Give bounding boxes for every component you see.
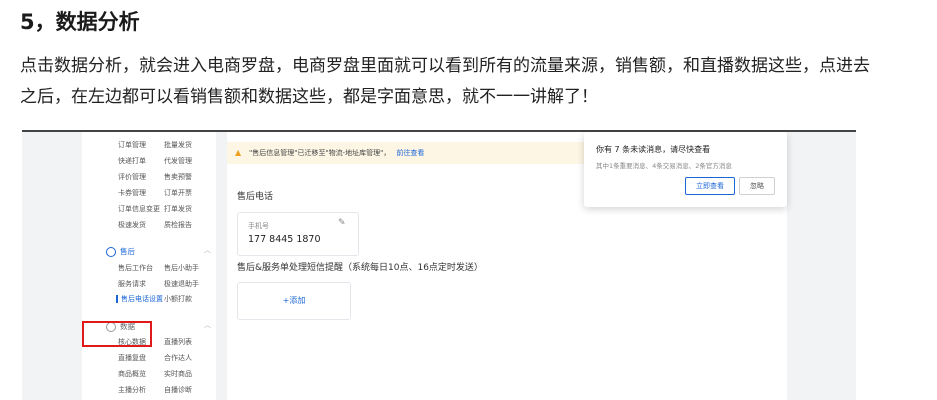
sidebar: 订单管理 批量发货 快递打单 代发管理 评价管理 售卖预警 卡券管理 订单开票 … [82,132,216,400]
sidebar-item[interactable]: 订单信息变更 [118,204,160,214]
notice-message: "售后信息管理"已迁移至"物流-地址库管理"， [249,149,391,157]
sidebar-item[interactable]: 极速退助手 [164,279,199,289]
highlight-annotation-box [82,321,152,347]
phone-card: 手机号 177 8445 1870 ✎ [237,212,359,256]
phone-label: 手机号 [248,222,269,230]
sidebar-item-active[interactable]: 售后电话设置 [121,294,163,304]
view-now-button[interactable]: 立即查看 [685,177,735,195]
sidebar-item[interactable]: 代发管理 [164,156,192,166]
sidebar-item[interactable]: 服务请求 [118,279,146,289]
chevron-up-icon[interactable]: ︿ [204,320,211,330]
sidebar-item[interactable]: 小额打款 [164,294,192,304]
sidebar-item[interactable]: 卡券管理 [118,188,146,198]
aftersale-icon [106,247,116,257]
sidebar-item[interactable]: 评价管理 [118,172,146,182]
sidebar-section-aftersale[interactable]: 售后 [106,246,135,257]
warning-icon: ▲ [235,148,242,157]
message-popup: 你有 7 条未读消息，请尽快查看 其中1条重要消息、4条交易消息、2条官方消息 … [584,132,787,207]
sidebar-item[interactable]: 订单管理 [118,140,146,150]
phone-value: 177 8445 1870 [248,234,321,245]
ignore-button[interactable]: 忽略 [739,177,775,195]
article-paragraph: 点击数据分析，就会进入电商罗盘，电商罗盘里面就可以看到所有的流量来源，销售额，和… [20,56,870,107]
sidebar-item[interactable]: 直播复盘 [118,353,146,363]
sidebar-item[interactable]: 售卖预警 [164,172,192,182]
phone-section-title: 售后电话 [237,192,274,202]
sidebar-section-label: 售后 [120,247,135,256]
sidebar-item[interactable]: 售后小助手 [164,263,199,273]
sidebar-item[interactable]: 打单发货 [164,204,192,214]
sidebar-item[interactable]: 批量发货 [164,140,192,150]
sidebar-item[interactable]: 实时商品 [164,369,192,379]
article-heading: 5，数据分析 [20,10,140,34]
sidebar-item[interactable]: 快递打单 [118,156,146,166]
sidebar-item[interactable]: 合作达人 [164,353,192,363]
notice-text: "售后信息管理"已迁移至"物流-地址库管理"， 前往查看 [249,142,424,164]
sidebar-item[interactable]: 极速发货 [118,220,146,230]
sidebar-item[interactable]: 直播列表 [164,337,192,347]
notice-link[interactable]: 前往查看 [396,149,424,157]
sidebar-item[interactable]: 订单开票 [164,188,192,198]
add-button[interactable]: +添加 [237,282,351,320]
sidebar-item[interactable]: 主播分析 [118,385,146,395]
sidebar-item[interactable]: 自播诊断 [164,385,192,395]
popup-title: 你有 7 条未读消息，请尽快查看 [596,145,711,154]
sms-section-title: 售后&服务单处理短信提醒（系统每日10点、16点定时发送） [237,263,483,273]
popup-subtitle: 其中1条重要消息、4条交易消息、2条官方消息 [596,162,732,170]
sidebar-item[interactable]: 质检报告 [164,220,192,230]
embedded-screenshot: 订单管理 批量发货 快递打单 代发管理 评价管理 售卖预警 卡券管理 订单开票 … [22,130,856,400]
chevron-up-icon[interactable]: ︿ [204,245,211,255]
sidebar-item[interactable]: 商品概览 [118,369,146,379]
edit-icon[interactable]: ✎ [338,218,346,228]
sidebar-item[interactable]: 售后工作台 [118,263,153,273]
active-indicator [116,295,118,303]
